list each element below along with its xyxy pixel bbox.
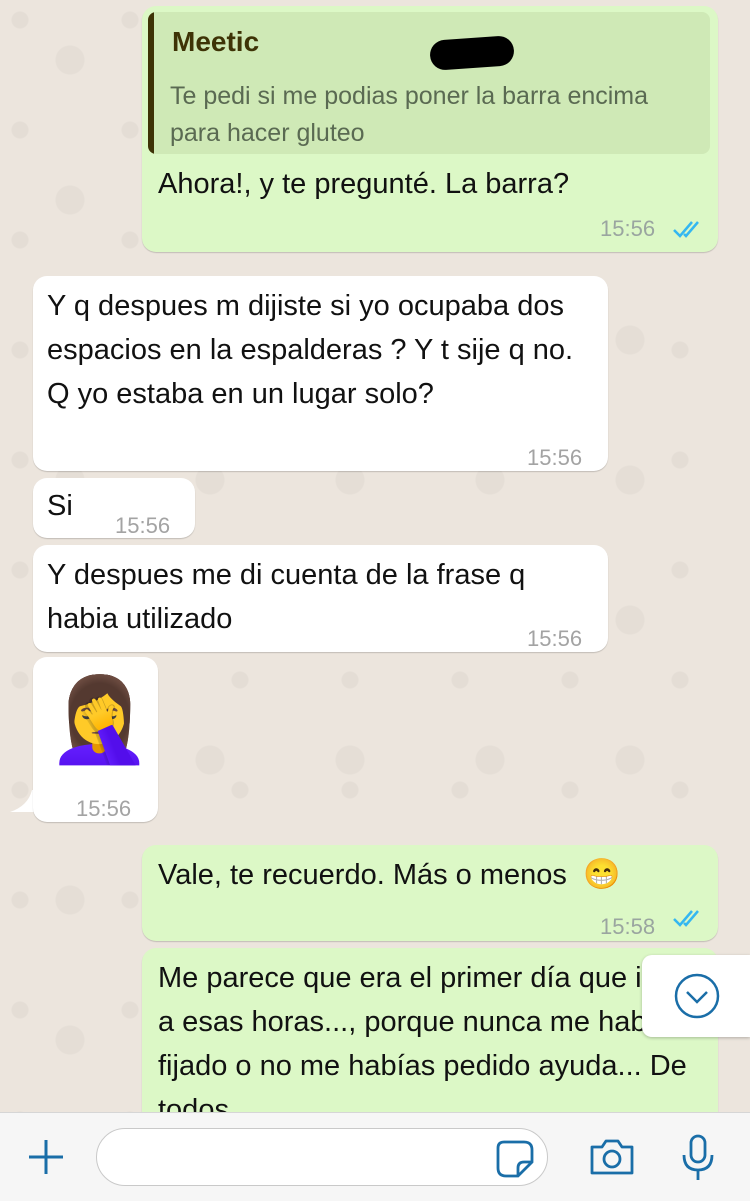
- message-input[interactable]: [96, 1128, 548, 1186]
- message-text: Y q despues m dijiste si yo ocupaba dos …: [47, 290, 574, 410]
- message-time: 15:56: [527, 445, 583, 470]
- double-check-icon: [673, 221, 699, 238]
- message-outgoing[interactable]: Me parece que era el primer día que ibas…: [142, 948, 718, 1112]
- message-text: Vale, te recuerdo. Más o menos: [158, 859, 567, 891]
- chevron-down-icon: [674, 973, 720, 1019]
- double-check-icon: [673, 910, 699, 927]
- facepalm-emoji: 🤦‍♀️: [47, 672, 152, 766]
- message-outgoing[interactable]: Vale, te recuerdo. Más o menos 😁 15:58: [142, 845, 718, 941]
- message-input-bar: [0, 1112, 750, 1201]
- grinning-emoji: 😁: [582, 858, 621, 891]
- message-text: Me parece que era el primer día que ibas…: [158, 962, 689, 1112]
- microphone-icon[interactable]: [680, 1133, 716, 1183]
- quote-text: Te pedi si me podias poner la barra enci…: [170, 82, 649, 147]
- message-time: 15:56: [527, 626, 583, 651]
- message-incoming[interactable]: Y q despues m dijiste si yo ocupaba dos …: [33, 276, 608, 471]
- sticker-icon[interactable]: [496, 1140, 534, 1178]
- message-time: 15:58: [600, 914, 656, 939]
- chat-area[interactable]: Meetic Te pedi si me podias poner la bar…: [0, 0, 750, 1112]
- camera-icon[interactable]: [588, 1137, 636, 1177]
- message-text: Y despues me di cuenta de la frase q hab…: [47, 559, 526, 635]
- scroll-to-bottom-button[interactable]: [642, 955, 750, 1037]
- message-time: 15:56: [115, 513, 171, 538]
- plus-icon[interactable]: [26, 1137, 66, 1177]
- message-incoming-emoji[interactable]: 🤦‍♀️ 15:56: [33, 657, 158, 822]
- message-text: Ahora!, y te pregunté. La barra?: [158, 168, 570, 200]
- quoted-message[interactable]: Meetic Te pedi si me podias poner la bar…: [148, 12, 710, 154]
- quote-accent-bar: [148, 12, 154, 154]
- redaction-mark: [429, 35, 515, 71]
- message-time: 15:56: [76, 796, 132, 821]
- message-incoming[interactable]: Si 15:56: [33, 478, 195, 538]
- message-time: 15:56: [600, 216, 656, 241]
- quote-sender-name: Meetic: [172, 26, 260, 57]
- message-incoming[interactable]: Y despues me di cuenta de la frase q hab…: [33, 545, 608, 652]
